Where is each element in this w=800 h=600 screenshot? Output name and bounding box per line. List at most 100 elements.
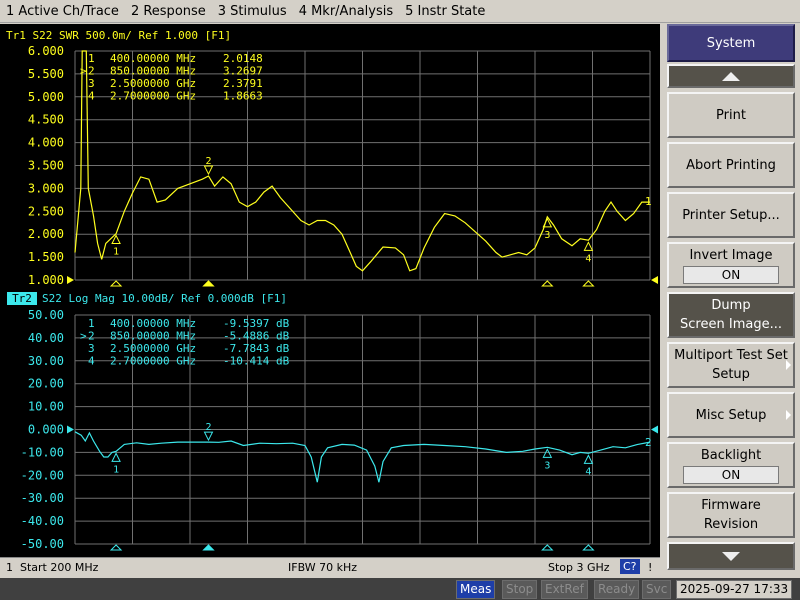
print-button[interactable]: Print: [667, 92, 795, 138]
trace1-stimulus-indicator: [109, 280, 123, 287]
menu-instr-state[interactable]: 5 Instr State: [399, 4, 491, 19]
trace2-marker-value: -5.4886 dB: [223, 330, 290, 343]
logmag-y-tick: 20.00: [28, 377, 64, 391]
trace1-marker-freq: 400.00000 MHz: [110, 52, 196, 65]
menu-active-ch-trace[interactable]: 1 Active Ch/Trace: [0, 4, 125, 19]
trace2-marker-value: -9.5397 dB: [223, 317, 290, 330]
swr-y-tick: 5.000: [28, 90, 64, 104]
multiport-label-line2: Setup: [712, 367, 750, 382]
meas-indicator: Meas: [456, 580, 496, 599]
trace2-marker-triangle[interactable]: [203, 431, 214, 442]
ready-indicator: Ready: [594, 580, 640, 599]
logmag-y-tick: -30.00: [21, 491, 64, 505]
trace2-stimulus-indicator: [541, 544, 554, 551]
misc-setup-button[interactable]: Misc Setup: [667, 392, 795, 438]
date-time: 2025-09-27 17:33: [676, 580, 793, 599]
trace2-stimulus-indicator: [202, 544, 215, 551]
trace2-marker-freq: 2.5000000 GHz: [110, 342, 196, 355]
trace2-marker-num: 2: [88, 330, 95, 343]
swr-y-tick: 3.500: [28, 159, 64, 173]
trace1-marker-num: 4: [88, 90, 95, 103]
logmag-y-tick: -50.00: [21, 537, 64, 551]
softkey-title-system: System: [667, 24, 795, 62]
softkey-title-label: System: [706, 35, 756, 51]
firmware-label-line1: Firmware: [701, 498, 761, 513]
menu-mkr-analysis[interactable]: 4 Mkr/Analysis: [293, 4, 399, 19]
logmag-y-ticks: 50.00 40.00 30.00 20.00 10.00 0.000 -10.00 -20.…: [21, 308, 64, 551]
trace1-marker-label: 3: [544, 230, 550, 241]
trace2-stimulus-indicator: [582, 544, 595, 551]
if-bandwidth[interactable]: IFBW 70 kHz: [288, 561, 357, 574]
softkey-panel: System Print Abort Printing Printer Setu…: [662, 24, 800, 577]
measurement-display[interactable]: Tr1 S22 SWR 500.0m/ Ref 1.000 [F1] 6.000…: [0, 24, 660, 557]
trace1-marker-num: 1: [88, 52, 95, 65]
trace1-marker-label: 2: [205, 156, 211, 167]
logmag-y-tick: -10.00: [21, 445, 64, 459]
firmware-revision-button[interactable]: Firmware Revision: [667, 492, 795, 538]
misc-setup-label: Misc Setup: [695, 407, 767, 423]
warning-flag: !: [648, 561, 653, 574]
trace1-stimulus-indicator: [582, 280, 595, 287]
swr-y-tick: 4.000: [28, 136, 64, 150]
multiport-test-set-setup-button[interactable]: Multiport Test Set Setup: [667, 342, 795, 388]
printer-setup-button[interactable]: Printer Setup...: [667, 192, 795, 238]
start-frequency[interactable]: Start 200 MHz: [20, 561, 98, 574]
trace2-marker-triangle[interactable]: [111, 452, 121, 462]
trace2-label: Tr2: [12, 292, 32, 305]
abort-printing-label: Abort Printing: [686, 157, 776, 173]
trace1-end-label: 1: [645, 195, 652, 208]
menu-stimulus[interactable]: 3 Stimulus: [212, 4, 293, 19]
scroll-down-button[interactable]: [667, 542, 795, 570]
swr-y-tick: 2.000: [28, 227, 64, 241]
trace1-marker-triangle[interactable]: [583, 241, 594, 251]
trace2-marker-triangle[interactable]: [542, 448, 553, 458]
trace1-marker-triangle[interactable]: [203, 165, 214, 176]
invert-image-label: Invert Image: [689, 248, 773, 263]
trace1-ref-pointer-right: [651, 276, 658, 284]
trace2-marker-value: -7.7843 dB: [223, 342, 290, 355]
trace-plot: Tr1 S22 SWR 500.0m/ Ref 1.000 [F1] 6.000…: [6, 29, 658, 551]
backlight-button[interactable]: Backlight ON: [667, 442, 795, 488]
trace2-marker-label: 4: [585, 466, 591, 477]
trace1-marker-table: 1 400.00000 MHz 2.0148> 2 850.00000 MHz 3.269…: [80, 52, 263, 103]
trace2-marker-sel: >: [80, 330, 87, 343]
trace1-marker-freq: 850.00000 MHz: [110, 65, 196, 78]
dump-screen-image-button[interactable]: Dump Screen Image...: [667, 292, 795, 338]
invert-image-status: ON: [683, 266, 779, 284]
trace2-marker-freq: 2.7000000 GHz: [110, 355, 196, 368]
dump-label-line2: Screen Image...: [680, 317, 782, 332]
trace2-marker-label: 1: [113, 464, 119, 475]
menu-response[interactable]: 2 Response: [125, 4, 212, 19]
logmag-y-tick: 50.00: [28, 308, 64, 322]
trace2-ref-pointer: [67, 425, 74, 434]
trace2-marker-freq: 400.00000 MHz: [110, 317, 196, 330]
trace2-ref-pointer-right: [651, 425, 658, 434]
trace1-stimulus-indicator: [202, 280, 215, 287]
extref-indicator: ExtRef: [541, 580, 588, 599]
instrument-status-bar: Meas Stop ExtRef Ready Svc 2025-09-27 17…: [0, 578, 800, 600]
multiport-label-line1: Multiport Test Set: [674, 348, 788, 363]
trace1-marker-label: 1: [113, 247, 119, 258]
swr-y-tick: 2.500: [28, 204, 64, 218]
trace2-header: S22 Log Mag 10.00dB/ Ref 0.000dB [F1]: [42, 292, 287, 305]
trace2-marker-num: 3: [88, 342, 95, 355]
arrow-up-icon: [722, 71, 740, 81]
dump-label-line1: Dump: [711, 298, 751, 313]
print-label: Print: [716, 107, 746, 123]
scroll-up-button[interactable]: [667, 64, 795, 88]
swr-y-tick: 3.000: [28, 181, 64, 195]
logmag-y-tick: 30.00: [28, 354, 64, 368]
stop-frequency[interactable]: Stop 3 GHz: [548, 561, 610, 574]
trace2-marker-label: 2: [205, 422, 211, 433]
abort-printing-button[interactable]: Abort Printing: [667, 142, 795, 188]
menu-bar: 1 Active Ch/Trace 2 Response 3 Stimulus …: [0, 0, 800, 23]
swr-y-tick: 4.500: [28, 113, 64, 127]
arrow-down-icon: [722, 551, 740, 561]
submenu-arrow-icon: [786, 410, 791, 420]
swr-y-tick: 1.000: [28, 273, 64, 287]
trace1-marker-value: 2.0148: [223, 52, 263, 65]
trace1-marker-freq: 2.7000000 GHz: [110, 90, 196, 103]
trace2-marker-triangle[interactable]: [583, 454, 594, 464]
invert-image-button[interactable]: Invert Image ON: [667, 242, 795, 288]
svc-indicator: Svc: [642, 580, 672, 599]
